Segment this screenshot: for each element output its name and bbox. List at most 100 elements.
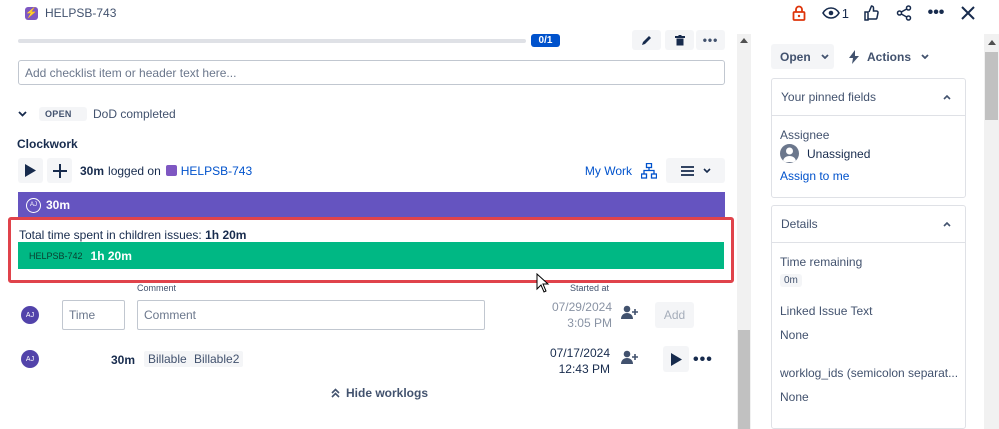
assign-to-me-link[interactable]: Assign to me bbox=[780, 169, 849, 183]
avatar: AJ bbox=[26, 197, 41, 213]
logged-issue-link[interactable]: HELPSB-743 bbox=[181, 164, 252, 178]
logged-on-text: logged on bbox=[108, 163, 161, 178]
chevron-down-icon[interactable] bbox=[18, 111, 27, 117]
logged-summary: 30m logged on HELPSB-743 bbox=[80, 164, 252, 178]
checklist-progress-badge: 0/1 bbox=[531, 34, 560, 47]
linked-issue-text-value[interactable]: None bbox=[780, 328, 809, 342]
trash-icon bbox=[674, 34, 685, 45]
clockwork-toolbar: 30m logged on HELPSB-743 My Work bbox=[18, 158, 725, 183]
hierarchy-icon[interactable] bbox=[639, 161, 659, 181]
share-icon[interactable] bbox=[895, 4, 913, 22]
children-time-summary: Total time spent in children issues: 1h … bbox=[19, 228, 246, 242]
column-header-started-at: Started at bbox=[570, 283, 610, 293]
status-label: Open bbox=[780, 49, 811, 64]
add-user-icon[interactable] bbox=[621, 350, 639, 368]
pinned-fields-title: Your pinned fields bbox=[781, 90, 876, 104]
user-time-duration: 30m bbox=[46, 198, 71, 212]
chevron-up-icon[interactable] bbox=[943, 221, 951, 227]
add-user-icon[interactable] bbox=[621, 305, 639, 323]
clockwork-title: Clockwork bbox=[17, 137, 78, 151]
time-input[interactable]: Time bbox=[62, 300, 125, 330]
issue-type-icon: ⚡ bbox=[25, 7, 38, 20]
worklog-tag: Billable2 bbox=[190, 351, 244, 367]
avatar: AJ bbox=[21, 350, 39, 368]
comment-input[interactable]: Comment bbox=[137, 300, 485, 330]
child-issue-duration: 1h 20m bbox=[90, 248, 132, 263]
child-issue-key[interactable]: HELPSB-742 bbox=[29, 251, 83, 261]
close-icon[interactable] bbox=[959, 4, 977, 22]
children-time-total: 1h 20m bbox=[205, 228, 247, 242]
time-remaining-value[interactable]: 0m bbox=[780, 274, 802, 287]
worklog-ids-value[interactable]: None bbox=[780, 390, 809, 404]
thumbs-up-icon[interactable] bbox=[863, 4, 881, 22]
linked-issue-text-label: Linked Issue Text bbox=[780, 304, 873, 318]
new-entry-date: 07/29/2024 bbox=[551, 300, 612, 314]
time-remaining-label: Time remaining bbox=[780, 255, 863, 269]
more-icon[interactable]: ••• bbox=[927, 4, 945, 22]
chevron-down-icon bbox=[921, 54, 929, 59]
view-menu-button[interactable] bbox=[666, 158, 725, 183]
add-worklog-submit-button[interactable]: Add bbox=[655, 302, 694, 328]
scroll-up-arrow-icon[interactable] bbox=[740, 38, 748, 43]
hamburger-icon bbox=[680, 165, 694, 176]
worklog-duration: 30m bbox=[111, 353, 136, 367]
worklog-started-at: 07/17/2024 12:43 PM bbox=[538, 345, 610, 377]
checklist-item-text: DoD completed bbox=[93, 107, 176, 121]
play-icon bbox=[670, 352, 682, 366]
unassigned-avatar-icon bbox=[780, 144, 799, 163]
logged-amount: 30m bbox=[80, 163, 105, 178]
avatar: AJ bbox=[21, 306, 39, 324]
play-icon bbox=[25, 164, 36, 177]
actions-dropdown-button[interactable]: Actions bbox=[849, 44, 929, 69]
worklog-tag: Billable bbox=[144, 351, 191, 367]
issue-type-icon bbox=[165, 165, 177, 176]
lock-icon[interactable] bbox=[790, 4, 808, 22]
hide-worklogs-button[interactable]: Hide worklogs bbox=[331, 386, 428, 400]
hide-worklogs-label: Hide worklogs bbox=[346, 386, 429, 400]
checklist-item[interactable]: OPEN DoD completed bbox=[18, 107, 176, 121]
assignee-label: Assignee bbox=[780, 128, 830, 142]
issue-key-breadcrumb[interactable]: HELPSB-743 bbox=[45, 6, 116, 20]
new-entry-time: 3:05 PM bbox=[567, 316, 612, 330]
worklog-ids-label: worklog_ids (semicolon separat... bbox=[780, 366, 959, 380]
children-time-label: Total time spent in children issues: bbox=[19, 228, 202, 242]
details-header[interactable]: Details bbox=[772, 206, 965, 243]
start-timer-button[interactable] bbox=[18, 158, 43, 183]
user-time-bar[interactable]: AJ 30m bbox=[18, 192, 725, 218]
plus-icon bbox=[52, 163, 67, 178]
checklist-progress-bar bbox=[18, 39, 526, 43]
chevron-down-icon bbox=[702, 168, 711, 173]
chevron-up-icon[interactable] bbox=[943, 94, 951, 100]
eye-icon[interactable] bbox=[821, 4, 840, 22]
scroll-up-arrow-icon[interactable] bbox=[988, 40, 996, 45]
pencil-icon bbox=[642, 35, 651, 45]
start-timer-button[interactable] bbox=[663, 346, 689, 372]
double-chevron-up-icon bbox=[331, 388, 340, 398]
header-actions: 1 ••• bbox=[790, 4, 977, 22]
watch-count: 1 bbox=[841, 5, 849, 21]
scrollbar-thumb[interactable] bbox=[738, 330, 750, 429]
checklist-add-item-input[interactable]: Add checklist item or header text here..… bbox=[18, 60, 725, 85]
worklog-more-button[interactable]: ••• bbox=[693, 351, 713, 369]
lightning-icon bbox=[849, 49, 859, 64]
chevron-down-icon bbox=[821, 54, 829, 59]
worklog-time: 12:43 PM bbox=[558, 362, 610, 376]
scrollbar-thumb[interactable] bbox=[985, 52, 998, 120]
worklog-date: 07/17/2024 bbox=[549, 346, 610, 360]
child-issue-time-bar[interactable]: HELPSB-742 1h 20m bbox=[18, 242, 724, 269]
edit-checklist-button[interactable] bbox=[632, 30, 661, 50]
sidebar-scrollbar[interactable] bbox=[984, 34, 999, 429]
details-title: Details bbox=[781, 217, 818, 231]
delete-checklist-button[interactable] bbox=[665, 30, 694, 50]
new-entry-started-at[interactable]: 07/29/2024 3:05 PM bbox=[540, 299, 612, 331]
checklist-item-status[interactable]: OPEN bbox=[39, 107, 87, 121]
assignee-value[interactable]: Unassigned bbox=[807, 147, 870, 161]
checklist-more-button[interactable]: ••• bbox=[696, 30, 725, 50]
main-scrollbar[interactable] bbox=[737, 34, 751, 429]
actions-label: Actions bbox=[867, 49, 912, 64]
my-work-link[interactable]: My Work bbox=[585, 164, 632, 178]
add-worklog-button[interactable] bbox=[47, 158, 72, 183]
status-dropdown-button[interactable]: Open bbox=[771, 44, 834, 69]
column-header-comment: Comment bbox=[137, 283, 177, 293]
pinned-fields-header[interactable]: Your pinned fields bbox=[772, 79, 965, 116]
